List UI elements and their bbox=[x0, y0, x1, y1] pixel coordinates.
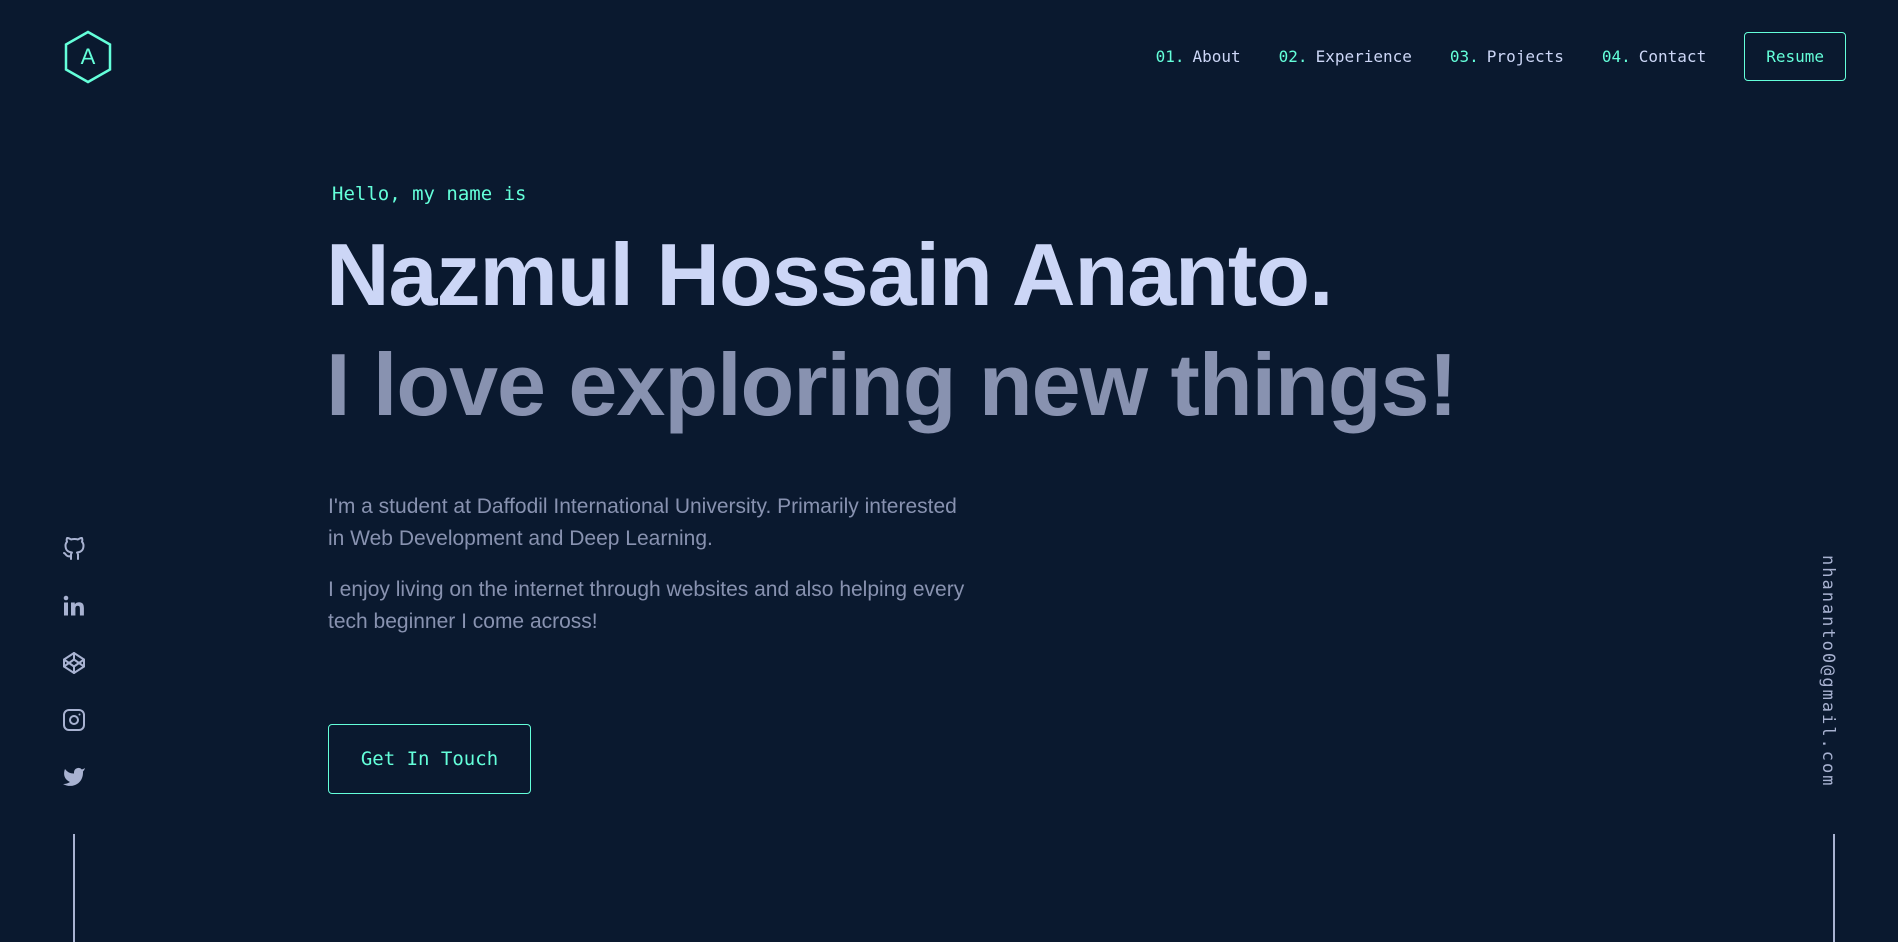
codepen-link[interactable] bbox=[60, 649, 88, 677]
hexagon-logo-icon: A bbox=[64, 30, 112, 84]
nav-item-experience[interactable]: 02. Experience bbox=[1279, 47, 1412, 66]
right-vertical-line bbox=[1833, 834, 1835, 942]
nav-number: 03. bbox=[1449, 47, 1479, 66]
nav-number: 01. bbox=[1155, 47, 1185, 66]
resume-button[interactable]: Resume bbox=[1744, 32, 1846, 81]
email-link[interactable]: nhananto0@gmail.com bbox=[1818, 555, 1838, 787]
nav-number: 02. bbox=[1278, 47, 1308, 66]
hero-greeting: Hello, my name is bbox=[332, 183, 527, 205]
instagram-link[interactable] bbox=[60, 706, 88, 734]
bio-paragraph: I'm a student at Daffodil International … bbox=[328, 495, 957, 550]
nav-number: 04. bbox=[1601, 47, 1631, 66]
logo-letter: A bbox=[81, 44, 96, 69]
codepen-icon bbox=[63, 652, 85, 674]
nav-item-contact[interactable]: 04. Contact bbox=[1602, 47, 1706, 66]
get-in-touch-button[interactable]: Get In Touch bbox=[328, 724, 531, 794]
hero-tagline: I love exploring new things! bbox=[326, 335, 1458, 434]
main-nav: 01. About 02. Experience 03. Projects 04… bbox=[1156, 32, 1846, 81]
github-icon bbox=[63, 537, 85, 560]
nav-label: Experience bbox=[1315, 47, 1412, 66]
bio-paragraph: I enjoy living on the internet through w… bbox=[328, 578, 965, 633]
logo[interactable]: A bbox=[63, 30, 113, 84]
linkedin-icon bbox=[63, 595, 84, 616]
instagram-icon bbox=[63, 709, 85, 731]
nav-item-about[interactable]: 01. About bbox=[1156, 47, 1241, 66]
nav-label: Contact bbox=[1638, 47, 1707, 66]
nav-item-projects[interactable]: 03. Projects bbox=[1450, 47, 1564, 66]
linkedin-link[interactable] bbox=[60, 592, 88, 620]
left-vertical-line bbox=[73, 834, 75, 942]
nav-label: About bbox=[1192, 47, 1241, 66]
github-link[interactable] bbox=[60, 535, 88, 563]
social-links bbox=[60, 535, 88, 820]
twitter-icon bbox=[63, 767, 85, 786]
twitter-link[interactable] bbox=[60, 763, 88, 791]
hero-name: Nazmul Hossain Ananto. bbox=[326, 225, 1333, 324]
nav-label: Projects bbox=[1486, 47, 1564, 66]
